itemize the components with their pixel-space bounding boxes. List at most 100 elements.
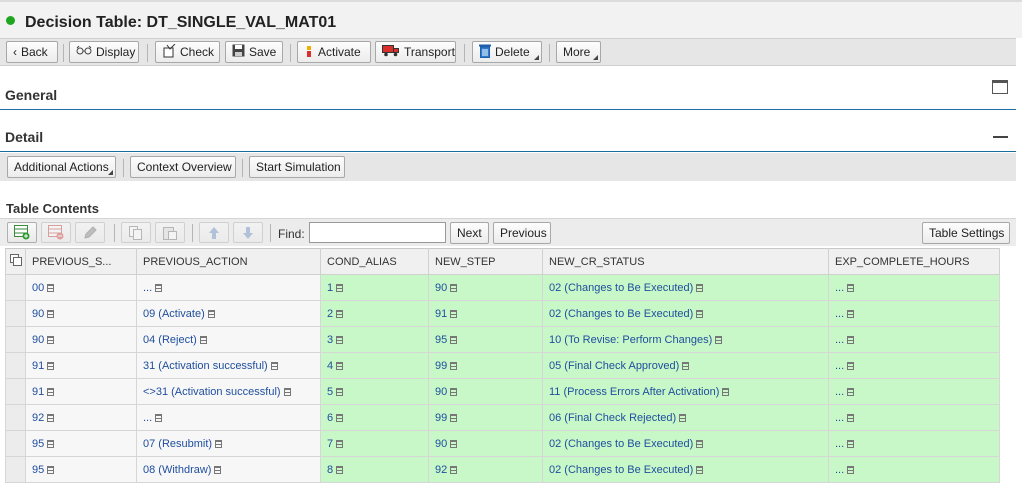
cell-cond-alias[interactable]: 3 bbox=[320, 326, 429, 353]
cell-previous-action[interactable]: <>31 (Activation successful) bbox=[136, 378, 321, 405]
cell-cond-alias[interactable]: 8 bbox=[320, 456, 429, 483]
cell-previous-action[interactable]: 07 (Resubmit) bbox=[136, 430, 321, 457]
row-selector[interactable] bbox=[5, 300, 26, 327]
value-help-icon[interactable] bbox=[47, 283, 55, 292]
transport-button[interactable]: Transport bbox=[375, 41, 456, 63]
maximize-icon[interactable] bbox=[992, 80, 1008, 94]
column-header-cond-alias[interactable]: COND_ALIAS bbox=[320, 248, 429, 275]
cell-exp-complete-hours[interactable]: ... bbox=[828, 274, 1000, 301]
row-selector[interactable] bbox=[5, 326, 26, 353]
find-input[interactable] bbox=[309, 222, 446, 243]
cell-exp-complete-hours[interactable]: ... bbox=[828, 404, 1000, 431]
cell-previous-step[interactable]: 90 bbox=[25, 326, 137, 353]
value-help-icon[interactable] bbox=[847, 309, 855, 318]
table-row[interactable]: 95 08 (Withdraw) 8 92 02 (Changes to Be Exec… bbox=[5, 456, 1000, 483]
cell-new-cr-status[interactable]: 02 (Changes to Be Executed) bbox=[542, 456, 829, 483]
table-row[interactable]: 95 07 (Resubmit) 7 90 02 (Changes to Be Exec… bbox=[5, 430, 1000, 457]
activate-button[interactable]: Activate bbox=[297, 41, 371, 63]
value-help-icon[interactable] bbox=[47, 465, 55, 474]
value-help-icon[interactable] bbox=[450, 465, 458, 474]
value-help-icon[interactable] bbox=[450, 309, 458, 318]
table-settings-button[interactable]: Table Settings bbox=[922, 222, 1010, 244]
value-help-icon[interactable] bbox=[155, 283, 163, 292]
value-help-icon[interactable] bbox=[47, 309, 55, 318]
cell-previous-action[interactable]: 04 (Reject) bbox=[136, 326, 321, 353]
start-simulation-button[interactable]: Start Simulation bbox=[249, 156, 345, 178]
value-help-icon[interactable] bbox=[336, 361, 344, 370]
table-row[interactable]: 00... 1 90 02 (Changes to Be Executed)... bbox=[5, 274, 1000, 301]
collapse-icon[interactable] bbox=[993, 136, 1008, 138]
cell-new-cr-status[interactable]: 05 (Final Check Approved) bbox=[542, 352, 829, 379]
value-help-icon[interactable] bbox=[47, 361, 55, 370]
find-previous-button[interactable]: Previous bbox=[493, 222, 551, 244]
cell-exp-complete-hours[interactable]: ... bbox=[828, 352, 1000, 379]
value-help-icon[interactable] bbox=[336, 387, 344, 396]
value-help-icon[interactable] bbox=[47, 387, 55, 396]
value-help-icon[interactable] bbox=[847, 465, 855, 474]
value-help-icon[interactable] bbox=[722, 387, 730, 396]
cell-new-step[interactable]: 90 bbox=[428, 430, 543, 457]
row-selector[interactable] bbox=[5, 456, 26, 483]
column-header-new-cr-status[interactable]: NEW_CR_STATUS bbox=[542, 248, 829, 275]
cell-new-step[interactable]: 92 bbox=[428, 456, 543, 483]
cell-new-cr-status[interactable]: 11 (Process Errors After Activation) bbox=[542, 378, 829, 405]
column-header-new-step[interactable]: NEW_STEP bbox=[428, 248, 543, 275]
value-help-icon[interactable] bbox=[336, 465, 344, 474]
cell-cond-alias[interactable]: 1 bbox=[320, 274, 429, 301]
cell-new-cr-status[interactable]: 02 (Changes to Be Executed) bbox=[542, 274, 829, 301]
value-help-icon[interactable] bbox=[847, 361, 855, 370]
row-selector[interactable] bbox=[5, 404, 26, 431]
value-help-icon[interactable] bbox=[847, 387, 855, 396]
edit-button[interactable] bbox=[75, 222, 105, 243]
cell-exp-complete-hours[interactable]: ... bbox=[828, 326, 1000, 353]
value-help-icon[interactable] bbox=[336, 413, 344, 422]
cell-cond-alias[interactable]: 4 bbox=[320, 352, 429, 379]
paste-button[interactable] bbox=[155, 222, 185, 243]
table-row[interactable]: 91 <>31 (Activation successful) 5 90 11 (Pro… bbox=[5, 378, 1000, 405]
display-button[interactable]: Display bbox=[69, 41, 139, 63]
cell-previous-step[interactable]: 95 bbox=[25, 456, 137, 483]
general-section-header[interactable]: General bbox=[0, 80, 1016, 110]
cell-exp-complete-hours[interactable]: ... bbox=[828, 456, 1000, 483]
cell-new-cr-status[interactable]: 02 (Changes to Be Executed) bbox=[542, 430, 829, 457]
copy-button[interactable] bbox=[121, 222, 151, 243]
cell-previous-step[interactable]: 90 bbox=[25, 300, 137, 327]
value-help-icon[interactable] bbox=[47, 413, 55, 422]
select-all-cell[interactable] bbox=[5, 248, 26, 275]
table-row[interactable]: 90 09 (Activate) 2 91 02 (Changes to Be Exec… bbox=[5, 300, 1000, 327]
value-help-icon[interactable] bbox=[336, 439, 344, 448]
check-button[interactable]: Check bbox=[155, 41, 220, 63]
value-help-icon[interactable] bbox=[336, 335, 344, 344]
value-help-icon[interactable] bbox=[450, 413, 458, 422]
value-help-icon[interactable] bbox=[47, 439, 55, 448]
column-header-exp-complete-hours[interactable]: EXP_COMPLETE_HOURS bbox=[828, 248, 1000, 275]
value-help-icon[interactable] bbox=[450, 387, 458, 396]
cell-exp-complete-hours[interactable]: ... bbox=[828, 300, 1000, 327]
cell-exp-complete-hours[interactable]: ... bbox=[828, 378, 1000, 405]
value-help-icon[interactable] bbox=[847, 283, 855, 292]
value-help-icon[interactable] bbox=[847, 439, 855, 448]
value-help-icon[interactable] bbox=[679, 413, 687, 422]
value-help-icon[interactable] bbox=[214, 465, 222, 474]
cell-previous-action[interactable]: 08 (Withdraw) bbox=[136, 456, 321, 483]
value-help-icon[interactable] bbox=[696, 465, 704, 474]
cell-previous-action[interactable]: ... bbox=[136, 274, 321, 301]
value-help-icon[interactable] bbox=[270, 361, 278, 370]
additional-actions-button[interactable]: Additional Actions bbox=[7, 156, 116, 178]
cell-new-step[interactable]: 90 bbox=[428, 378, 543, 405]
column-header-previous-action[interactable]: PREVIOUS_ACTION bbox=[136, 248, 321, 275]
value-help-icon[interactable] bbox=[215, 439, 223, 448]
back-button[interactable]: ‹ Back bbox=[6, 41, 58, 63]
cell-new-step[interactable]: 91 bbox=[428, 300, 543, 327]
cell-previous-step[interactable]: 92 bbox=[25, 404, 137, 431]
value-help-icon[interactable] bbox=[155, 413, 163, 422]
detail-section-header[interactable]: Detail bbox=[0, 122, 1016, 152]
cell-new-step[interactable]: 95 bbox=[428, 326, 543, 353]
move-down-button[interactable] bbox=[233, 222, 263, 243]
cell-exp-complete-hours[interactable]: ... bbox=[828, 430, 1000, 457]
cell-previous-action[interactable]: 09 (Activate) bbox=[136, 300, 321, 327]
cell-cond-alias[interactable]: 5 bbox=[320, 378, 429, 405]
cell-cond-alias[interactable]: 6 bbox=[320, 404, 429, 431]
table-row[interactable]: 90 04 (Reject) 3 95 10 (To Revise: Perform C… bbox=[5, 326, 1000, 353]
table-row[interactable]: 92... 6 99 06 (Final Check Rejected)... bbox=[5, 404, 1000, 431]
